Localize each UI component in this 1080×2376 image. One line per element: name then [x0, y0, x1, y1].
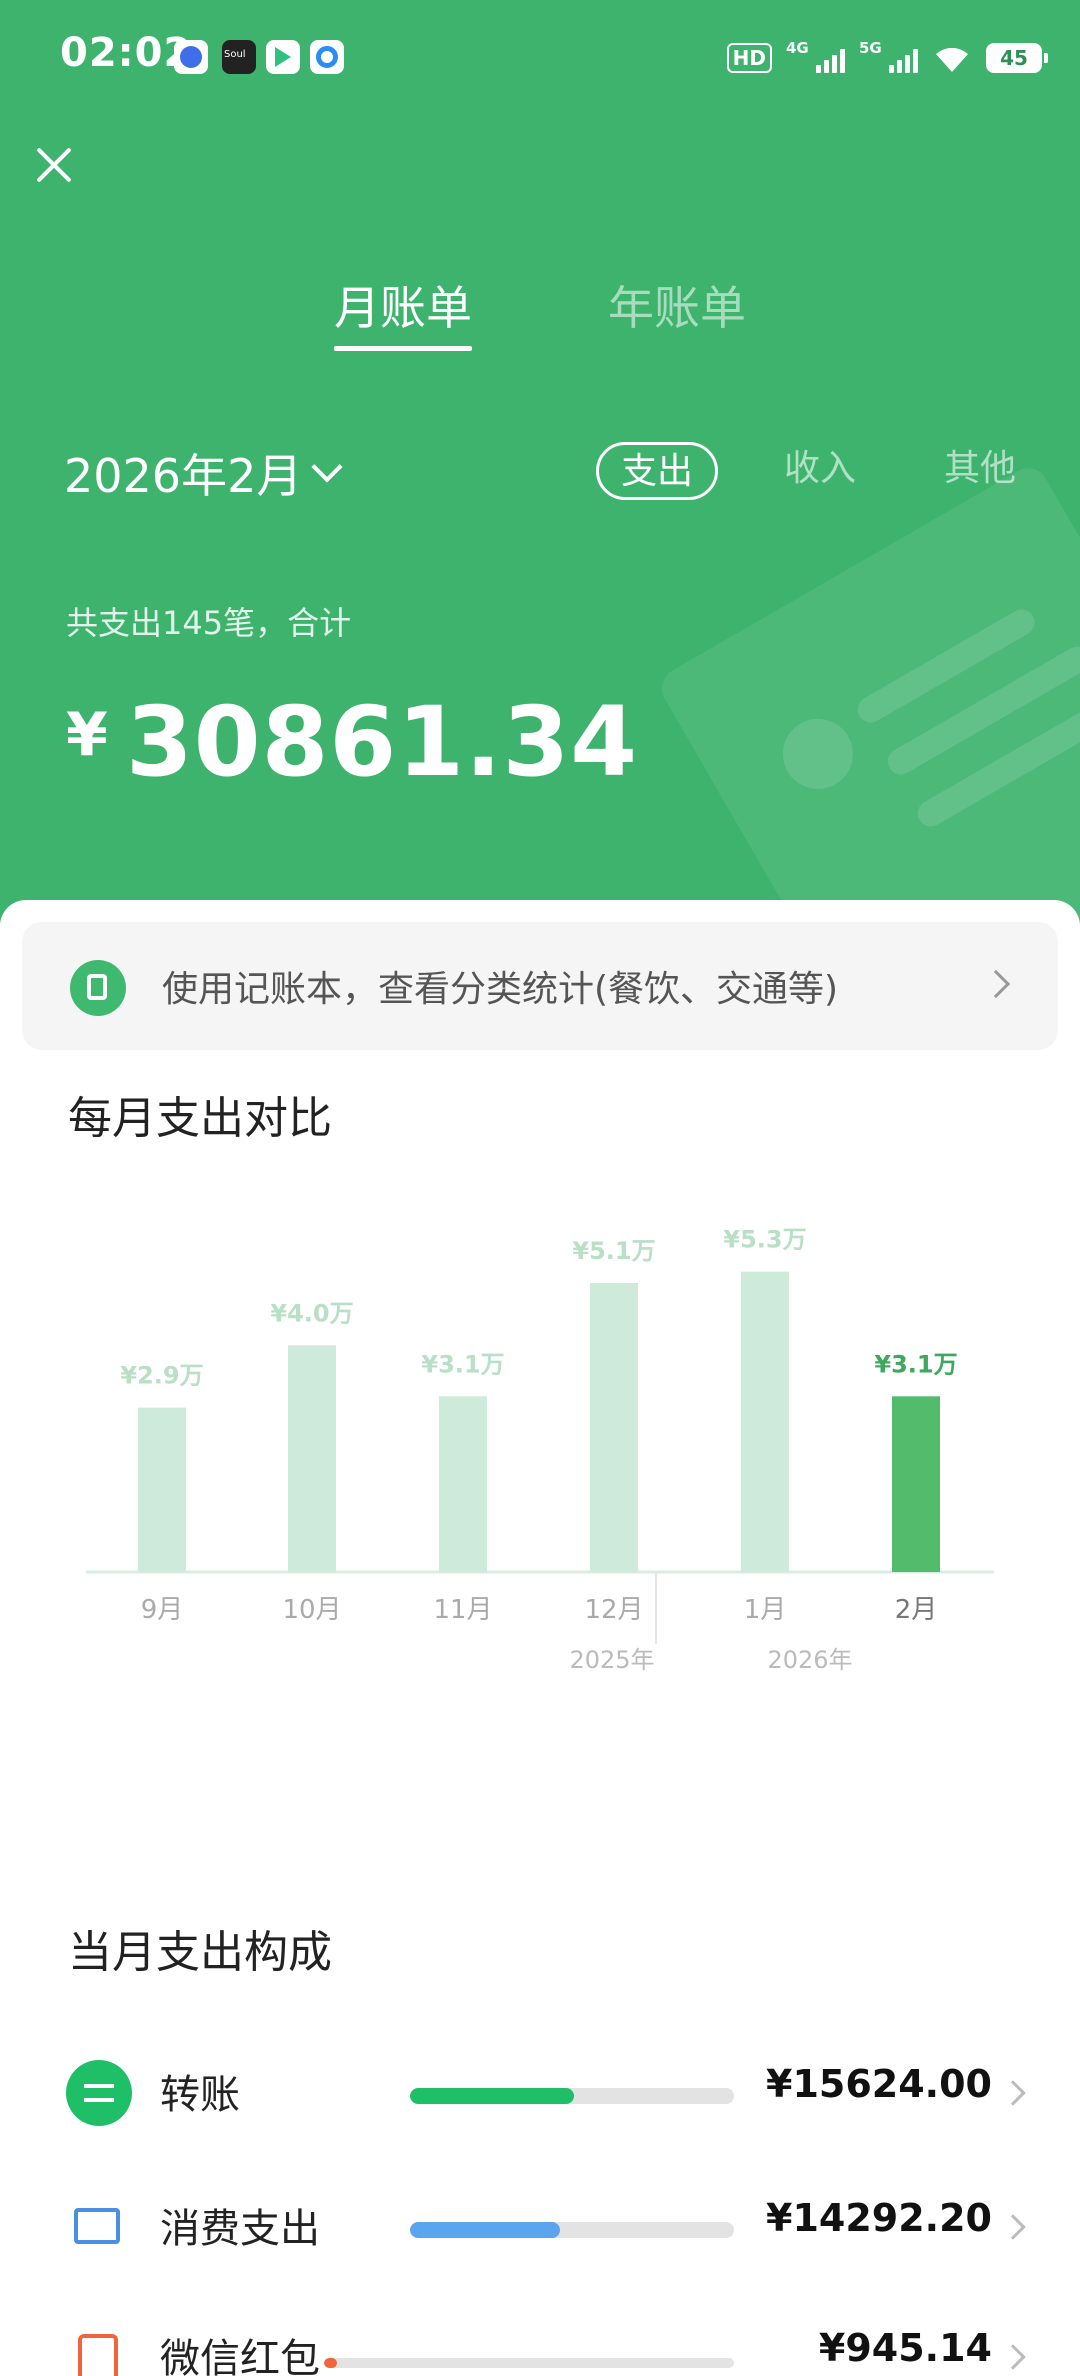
type-tab-expense[interactable]: 支出 — [596, 442, 718, 500]
signal-4g-icon: 4G — [786, 39, 845, 73]
chart-bar — [590, 1283, 638, 1572]
chevron-right-icon — [1000, 2080, 1026, 2106]
expense-amount: ¥945.14 — [818, 2326, 992, 2370]
ledger-banner-text: 使用记账本，查看分类统计(餐饮、交通等) — [162, 969, 839, 1010]
hd-icon: HD — [726, 43, 772, 73]
chart-year-label: 2025年 — [569, 1646, 654, 1674]
chart-value-label: ¥3.1万 — [421, 1350, 504, 1378]
chart-value-label: ¥5.1万 — [572, 1237, 655, 1265]
chart-bar — [892, 1396, 940, 1572]
content-panel: 使用记账本，查看分类统计(餐饮、交通等) 每月支出对比 ¥2.9万 9月 ¥4.0万… — [0, 900, 1080, 2376]
red-packet-icon — [66, 2324, 132, 2376]
total-amount: 30861.34 — [126, 686, 639, 798]
chart-value-label: ¥4.0万 — [270, 1299, 353, 1327]
expense-bar-fill — [410, 2088, 574, 2104]
expense-label: 消费支出 — [160, 2206, 320, 2252]
ledger-icon — [70, 960, 126, 1016]
soul-app-icon — [222, 40, 256, 74]
status-bar: 02:02 HD 4G 5G 45 — [0, 0, 1080, 116]
chart-bar — [138, 1407, 186, 1572]
chart-year-label: 2026年 — [767, 1646, 852, 1674]
expense-bar-fill — [410, 2222, 560, 2238]
chart-category-label: 12月 — [584, 1595, 643, 1625]
battery-icon: 45 — [986, 43, 1048, 73]
chevron-right-icon — [1000, 2214, 1026, 2240]
expense-label: 转账 — [160, 2072, 240, 2118]
chart-category-label: 11月 — [433, 1595, 492, 1625]
date-label: 2026年2月 — [64, 449, 303, 503]
chart-bar — [288, 1345, 336, 1572]
close-icon[interactable] — [30, 140, 78, 188]
summary-label: 共支出145笔，合计 — [66, 604, 352, 642]
signal-5g-label: 5G — [859, 39, 882, 57]
chevron-right-icon — [1000, 2344, 1026, 2370]
app-notification-icon — [174, 40, 208, 74]
expense-amount: ¥14292.20 — [766, 2196, 992, 2240]
expense-bar-track — [410, 2088, 734, 2104]
wifi-icon — [936, 47, 968, 72]
wallet-icon — [66, 2194, 132, 2260]
chart-bar — [741, 1271, 789, 1572]
chart-bar — [439, 1396, 487, 1572]
chart-value-label: ¥3.1万 — [874, 1350, 957, 1378]
expense-row-transfer[interactable]: 转账 ¥15624.00 — [0, 2044, 1080, 2144]
chart-category-label: 1月 — [744, 1595, 787, 1625]
chart-value-label: ¥2.9万 — [120, 1362, 203, 1390]
date-selector[interactable]: 2026年2月 — [64, 440, 343, 506]
chevron-right-icon — [981, 969, 1011, 999]
expense-label: 微信红包 — [160, 2336, 320, 2376]
chevron-down-icon — [311, 451, 343, 483]
status-time: 02:02 — [60, 30, 193, 76]
type-tab-income[interactable]: 收入 — [784, 442, 856, 500]
monthly-compare-title: 每月支出对比 — [68, 1093, 332, 1144]
currency-symbol: ¥ — [66, 700, 108, 770]
chart-category-label: 9月 — [141, 1595, 184, 1625]
expense-bar-fill — [324, 2358, 337, 2368]
expense-row-red-packet[interactable]: 微信红包 ¥945.14 — [0, 2308, 1080, 2376]
chart-category-label: 10月 — [282, 1595, 341, 1625]
composition-title: 当月支出构成 — [68, 1927, 332, 1978]
signal-4g-label: 4G — [786, 39, 809, 57]
monthly-expense-chart: ¥2.9万 9月 ¥4.0万 10月 ¥3.1万 11月 ¥5.1万 12月 ¥5.3万 1月 ¥3… — [86, 1226, 994, 1674]
expense-row-consumption[interactable]: 消费支出 ¥14292.20 — [0, 2178, 1080, 2278]
browser-app-icon — [310, 40, 344, 74]
signal-5g-icon: 5G — [859, 39, 918, 73]
tab-monthly-bill[interactable]: 月账单 — [334, 272, 472, 338]
chart-value-label: ¥5.3万 — [723, 1226, 806, 1254]
status-indicators: HD 4G 5G 45 — [726, 36, 1048, 80]
expense-amount: ¥15624.00 — [766, 2062, 992, 2106]
active-tab-indicator — [334, 346, 472, 351]
transfer-icon — [66, 2060, 132, 2126]
expense-bar-track — [324, 2358, 734, 2368]
ledger-banner[interactable]: 使用记账本，查看分类统计(餐饮、交通等) — [22, 922, 1058, 1050]
expense-bar-track — [410, 2222, 734, 2238]
video-app-icon — [266, 40, 300, 74]
tab-yearly-bill[interactable]: 年账单 — [608, 272, 746, 338]
chart-category-label: 2月 — [895, 1595, 938, 1625]
